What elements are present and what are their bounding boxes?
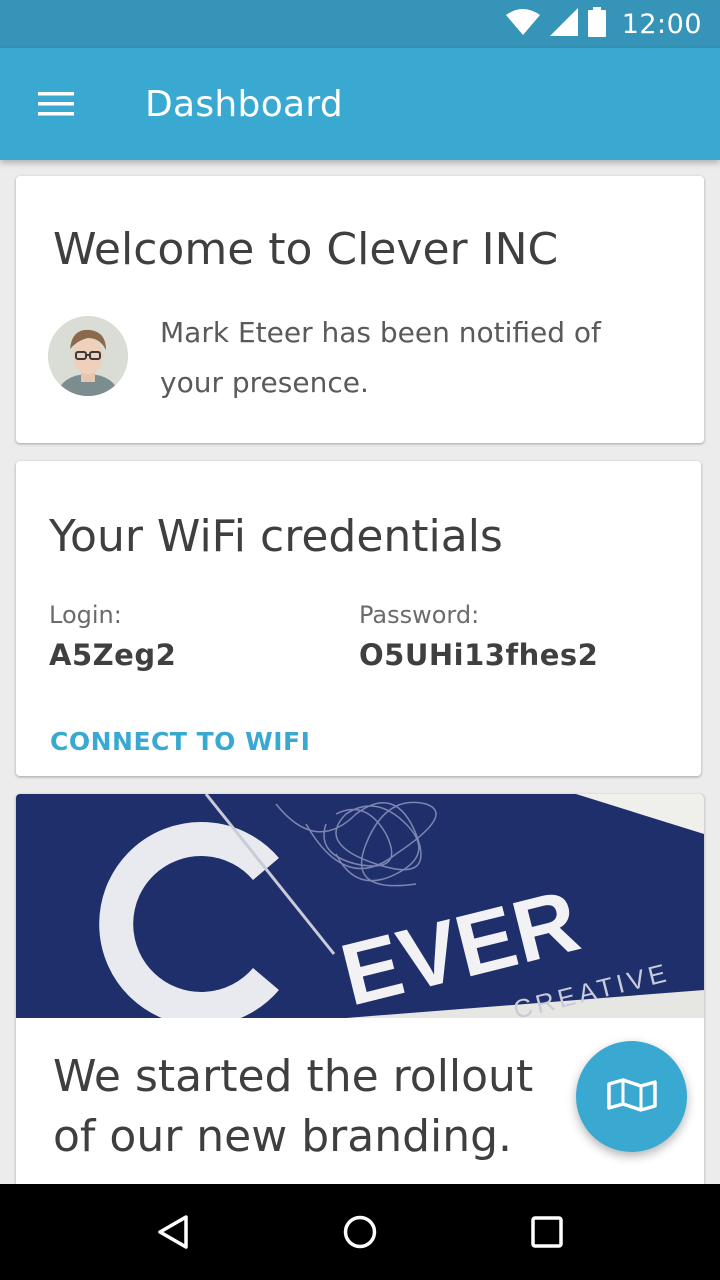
avatar: [48, 316, 128, 396]
map-fab-button[interactable]: [576, 1041, 687, 1152]
system-nav-bar: [0, 1184, 720, 1280]
page-title: Dashboard: [145, 83, 344, 125]
password-label: Password:: [359, 601, 480, 629]
battery-icon: [587, 7, 606, 41]
wifi-card: Your WiFi credentials Login: A5Zeg2 Pass…: [16, 461, 701, 776]
app-bar: Dashboard: [0, 48, 720, 160]
home-icon[interactable]: [325, 1197, 395, 1267]
welcome-card: Welcome to Clever INC Mark Eteer has bee…: [16, 176, 704, 443]
branding-card[interactable]: EVER CREATIVE We started the rollout of …: [16, 794, 704, 1214]
connect-wifi-button[interactable]: CONNECT TO WIFI: [50, 727, 310, 756]
back-icon[interactable]: [138, 1197, 208, 1267]
map-icon: [606, 1077, 658, 1116]
branding-image: EVER CREATIVE: [16, 794, 704, 1026]
login-label: Login:: [49, 601, 122, 629]
login-value: A5Zeg2: [49, 638, 177, 672]
password-value: O5UHi13fhes2: [359, 638, 599, 672]
wifi-title: Your WiFi credentials: [49, 511, 503, 562]
wifi-icon: [505, 9, 540, 39]
cell-signal-icon: [549, 8, 578, 40]
recents-icon[interactable]: [512, 1197, 582, 1267]
status-bar: 12:00: [0, 0, 720, 48]
welcome-title: Welcome to Clever INC: [53, 224, 559, 275]
branding-headline: We started the rollout of our new brandi…: [53, 1051, 534, 1162]
hamburger-menu-icon[interactable]: [0, 48, 112, 160]
status-time: 12:00: [621, 8, 702, 40]
notification-message: Mark Eteer has been notified of your pre…: [160, 316, 601, 399]
